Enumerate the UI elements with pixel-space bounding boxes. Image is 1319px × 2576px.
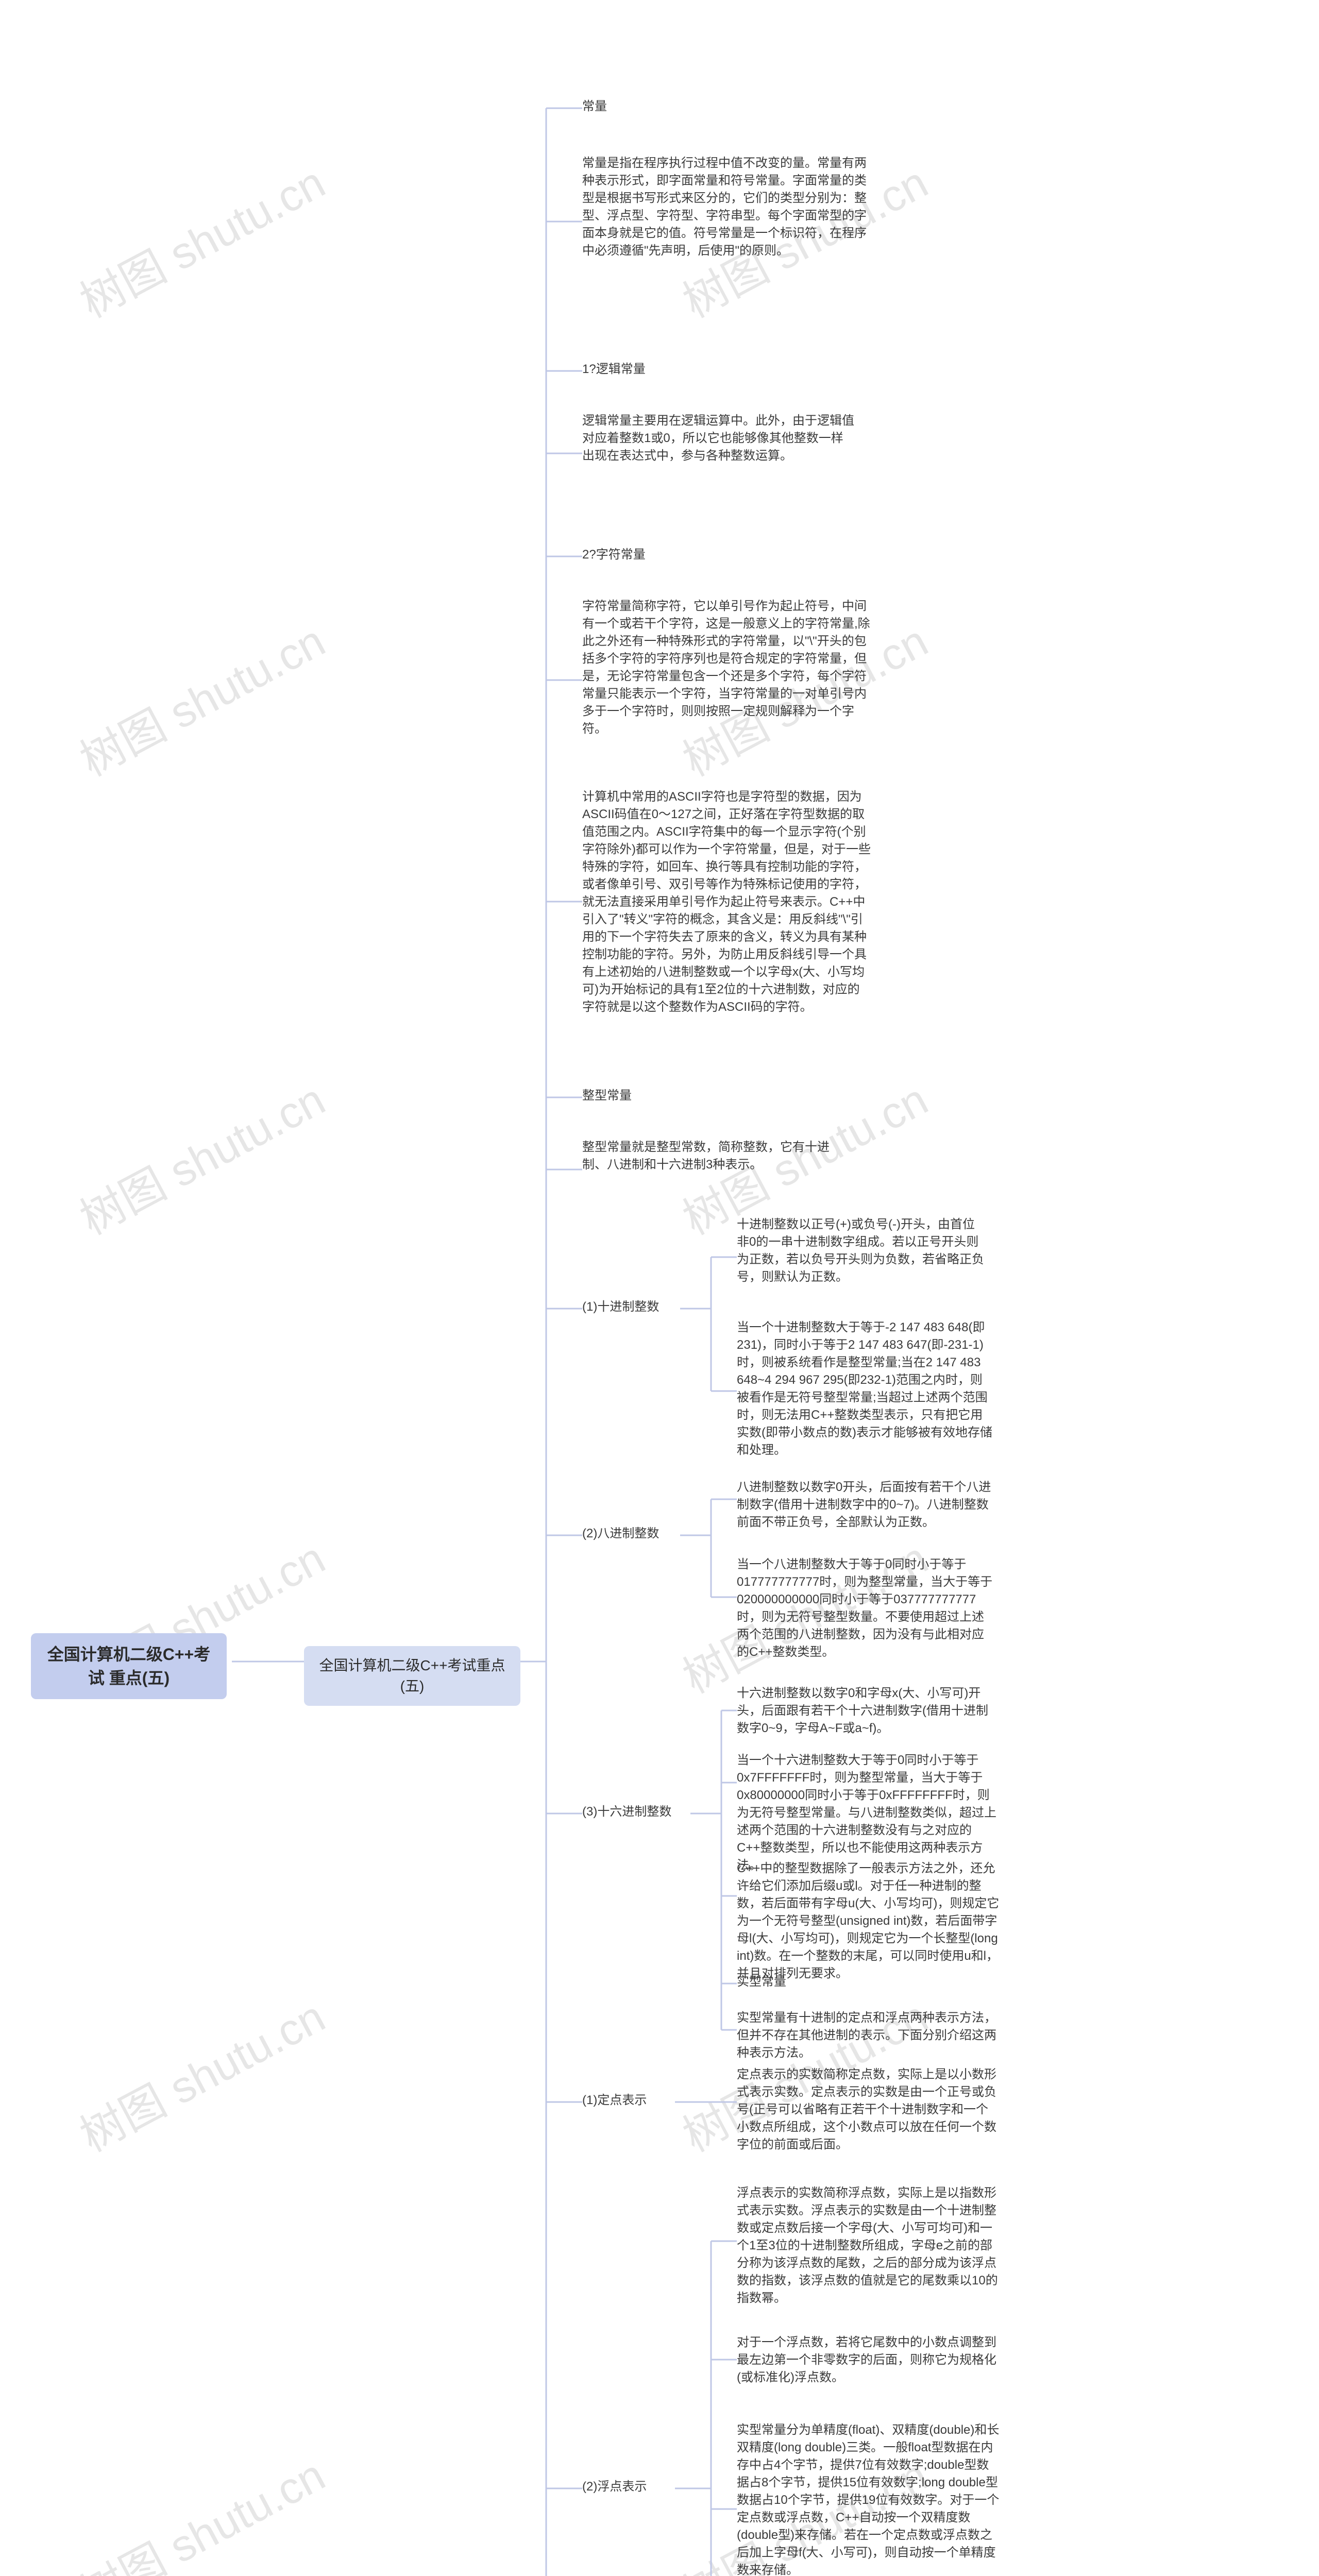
section-real-desc: 实型常量有十进制的定点和浮点两种表示方法，但并不存在其他进制的表示。下面分别介绍… [737, 2009, 1000, 2062]
section-hex-desc2: 当一个十六进制整数大于等于0同时小于等于0x7FFFFFFF时，则为整型常量，当… [737, 1752, 1000, 1874]
section-real-header[interactable]: 实型常量 [737, 1973, 786, 1991]
section-logic-header[interactable]: 1?逻辑常量 [582, 361, 646, 378]
section-char-desc2: 计算机中常用的ASCII字符也是字符型的数据，因为ASCII码值在0～127之间… [582, 788, 871, 1016]
section-dec-desc1: 十进制整数以正号(+)或负号(-)开头，由首位非0的一串十进制数字组成。若以正号… [737, 1216, 984, 1286]
watermark: 树图 shutu.cn [67, 147, 334, 330]
section-int-header[interactable]: 整型常量 [582, 1087, 632, 1105]
section-hex-desc1: 十六进制整数以数字0和字母x(大、小写可)开头，后面跟有若干个十六进制数字(借用… [737, 1685, 1000, 1737]
section-oct-desc1: 八进制整数以数字0开头，后面按有若干个八进制数字(借用十进制数字中的0~7)。八… [737, 1479, 994, 1531]
section-float-desc1: 浮点表示的实数简称浮点数，实际上是以指数形式表示实数。浮点表示的实数是由一个十进… [737, 2184, 1000, 2307]
connectors-svg [0, 0, 1319, 2576]
mindmap-canvas: 树图 shutu.cn 树图 shutu.cn 树图 shutu.cn 树图 s… [0, 0, 1319, 2576]
section-hex-header[interactable]: (3)十六进制整数 [582, 1803, 671, 1821]
section-float-desc2: 对于一个浮点数，若将它尾数中的小数点调整到最左边第一个非零数字的后面，则称它为规… [737, 2334, 1000, 2386]
section-fixed-desc: 定点表示的实数简称定点数，实际上是以小数形式表示实数。定点表示的实数是由一个正号… [737, 2066, 1000, 2154]
watermark: 树图 shutu.cn [67, 605, 334, 788]
main-node[interactable]: 全国计算机二级C++考试重点(五) [304, 1646, 520, 1706]
section-constant-desc: 常量是指在程序执行过程中值不改变的量。常量有两种表示形式，即字面常量和符号常量。… [582, 155, 871, 260]
section-oct-header[interactable]: (2)八进制整数 [582, 1525, 659, 1543]
section-char-header[interactable]: 2?字符常量 [582, 546, 646, 564]
root-node[interactable]: 全国计算机二级C++考试 重点(五) [31, 1633, 227, 1699]
section-int-desc: 整型常量就是整型常数，简称整数，它有十进制、八进制和十六进制3种表示。 [582, 1139, 850, 1174]
watermark: 树图 shutu.cn [67, 1981, 334, 2164]
section-logic-desc: 逻辑常量主要用在逻辑运算中。此外，由于逻辑值对应着整数1或0，所以它也能够像其他… [582, 412, 855, 465]
section-fixed-header[interactable]: (1)定点表示 [582, 2092, 647, 2109]
section-float-desc3: 实型常量分为单精度(float)、双精度(double)和长双精度(long d… [737, 2421, 1000, 2576]
section-char-desc1: 字符常量简称字符，它以单引号作为起止符号，中间有一个或若干个字符，这是一般意义上… [582, 598, 871, 738]
section-hex-desc3: C++中的整型数据除了一般表示方法之外，还允许给它们添加后缀u或l。对于任一种进… [737, 1860, 1000, 1982]
root-title: 全国计算机二级C++考试 重点(五) [47, 1645, 211, 1687]
watermark: 树图 shutu.cn [67, 1064, 334, 1247]
section-constant-header[interactable]: 常量 [582, 98, 607, 115]
section-oct-desc2: 当一个八进制整数大于等于0同时小于等于017777777777时，则为整型常量，… [737, 1556, 994, 1661]
watermark: 树图 shutu.cn [67, 2439, 334, 2576]
section-float-header[interactable]: (2)浮点表示 [582, 2478, 647, 2496]
section-dec-desc2: 当一个十进制整数大于等于-2 147 483 648(即231)，同时小于等于2… [737, 1319, 994, 1459]
section-dec-header[interactable]: (1)十进制整数 [582, 1298, 659, 1316]
main-title: 全国计算机二级C++考试重点(五) [319, 1657, 505, 1694]
